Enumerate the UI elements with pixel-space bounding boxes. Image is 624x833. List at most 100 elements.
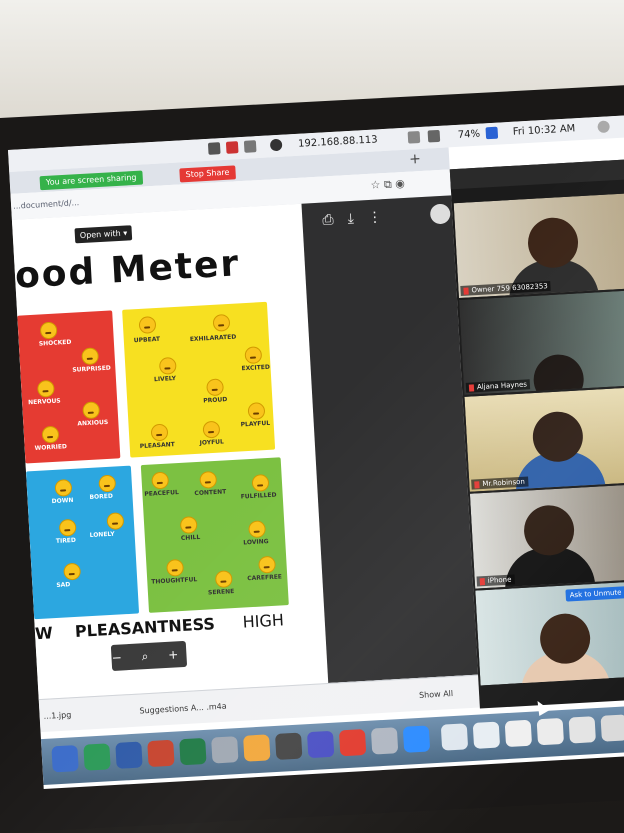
participant-tile[interactable]: Ask to Unmute — [475, 580, 624, 686]
volume-icon[interactable] — [427, 129, 441, 143]
mood-label: EXCITED — [241, 363, 271, 373]
document-icon[interactable] — [568, 716, 596, 744]
finder-icon[interactable] — [51, 745, 79, 773]
excel-icon[interactable] — [179, 737, 207, 766]
mood-label: LOVING — [243, 538, 269, 547]
mood-label: WORRIED — [34, 443, 68, 452]
toolbar-icons[interactable]: ☆ ⧉ ◉ — [370, 177, 405, 193]
emoji-icon — [54, 478, 73, 497]
record-icon[interactable] — [225, 141, 239, 154]
preview-icon[interactable] — [211, 736, 239, 764]
mood-label: PLAYFUL — [240, 419, 271, 429]
mood-label: UPBEAT — [133, 335, 161, 345]
emoji-icon — [41, 425, 60, 444]
emoji-icon — [82, 401, 101, 420]
red-quadrant: SHOCKED SURPRISED NERVOUS ANXIOUS WORRIE… — [17, 310, 121, 464]
document-icon[interactable] — [536, 717, 565, 746]
download-item[interactable]: ...1.jpg — [43, 710, 71, 721]
mood-label: TIRED — [55, 536, 77, 545]
mood-label: SAD — [56, 581, 71, 589]
emoji-icon — [58, 518, 77, 537]
app-icon[interactable] — [370, 727, 399, 755]
participant-tile[interactable]: Owner 759 63082353 — [453, 193, 624, 299]
display-icon[interactable] — [207, 142, 221, 155]
emoji-icon — [63, 562, 82, 581]
viewer-toolbar[interactable]: ⎙⤓⋮ — [322, 208, 396, 228]
emoji-icon — [98, 474, 117, 493]
ip-address: 192.168.88.113 — [297, 134, 378, 150]
mood-label: DOWN — [51, 496, 74, 506]
folder-icon[interactable] — [472, 721, 501, 749]
powerpoint-icon[interactable] — [147, 739, 175, 768]
document-icon[interactable] — [504, 719, 533, 748]
document-icon[interactable] — [600, 714, 624, 742]
axis-right-label: HIGH — [242, 610, 285, 632]
mood-label: PEACEFUL — [144, 489, 180, 498]
emoji-icon — [202, 420, 221, 439]
participant-tile[interactable]: Mr.Robinson — [464, 387, 624, 492]
menubar-clock[interactable]: Fri 10:32 AM — [512, 123, 575, 137]
teams-icon[interactable] — [306, 730, 335, 759]
word-icon[interactable] — [115, 741, 143, 769]
document-title: ood Meter — [13, 243, 242, 297]
avatar[interactable] — [429, 203, 451, 225]
mood-label: CONTENT — [194, 488, 227, 498]
emoji-icon — [81, 347, 100, 366]
folder-icon[interactable] — [440, 723, 469, 751]
emoji-icon — [258, 555, 277, 574]
mood-label: SURPRISED — [72, 364, 111, 374]
emoji-icon — [166, 558, 185, 577]
green-quadrant: PEACEFUL CONTENT FULFILLED CHILL LOVING … — [140, 457, 289, 613]
mood-meter-document: Open with ▾ ood Meter SHOCKED SURPRISED … — [11, 203, 329, 700]
mood-label: NERVOUS — [27, 397, 61, 407]
battery-percent: 74% — [457, 128, 481, 141]
participant-name: iPhone — [476, 574, 515, 587]
mood-label: PROUD — [203, 396, 228, 405]
emoji-icon — [150, 423, 169, 442]
mood-label: LIVELY — [153, 374, 177, 384]
emoji-icon — [39, 321, 58, 340]
mood-label: CAREFREE — [247, 573, 283, 583]
zoom-panel-header[interactable] — [449, 159, 624, 190]
participant-tile[interactable]: iPhone — [469, 483, 624, 589]
emoji-icon — [248, 520, 267, 539]
emoji-icon — [158, 356, 177, 375]
axis-mid-label: PLEASANTNESS — [74, 614, 216, 641]
numbers-icon[interactable] — [83, 743, 111, 771]
participant-tile[interactable]: Aljana Haynes — [459, 290, 624, 395]
emoji-icon — [247, 402, 266, 420]
emoji-icon — [151, 471, 170, 490]
download-item[interactable]: Suggestions A... .m4a — [139, 702, 227, 716]
emoji-icon — [179, 516, 198, 534]
mood-label: SHOCKED — [38, 338, 72, 348]
emoji-icon — [106, 512, 125, 531]
mood-label: JOYFUL — [199, 438, 225, 447]
emoji-icon — [244, 346, 263, 365]
eject-icon[interactable] — [269, 138, 283, 152]
blue-quadrant: DOWN BORED TIRED LONELY SAD — [25, 465, 140, 620]
emoji-icon — [212, 313, 231, 332]
search-icon[interactable] — [597, 120, 610, 134]
mood-label: THOUGHTFUL — [151, 576, 198, 586]
zoom-icon[interactable] — [402, 725, 431, 753]
mood-label: CHILL — [180, 533, 201, 542]
show-all-link[interactable]: Show All — [419, 689, 453, 700]
app-icon[interactable] — [243, 734, 271, 762]
app-icon[interactable] — [275, 732, 303, 760]
flag-icon[interactable] — [485, 126, 499, 140]
mood-label: FULFILLED — [240, 491, 277, 501]
zoom-controls[interactable]: − ⌕ + — [110, 640, 188, 671]
zoom-gallery-panel: Owner 759 63082353 Aljana Haynes Mr.Robi… — [449, 159, 624, 709]
new-tab-button[interactable]: + — [409, 151, 422, 168]
cloud-icon[interactable] — [243, 140, 257, 153]
mood-label: PLEASANT — [139, 441, 175, 451]
wifi-icon[interactable] — [407, 130, 421, 144]
mood-label: EXHILARATED — [189, 333, 237, 344]
yellow-quadrant: UPBEAT EXHILARATED LIVELY EXCITED PROUD … — [122, 301, 276, 458]
emoji-icon — [36, 379, 55, 398]
url-text[interactable]: ...document/d/... — [13, 198, 79, 211]
open-with-button[interactable]: Open with ▾ — [74, 225, 133, 244]
acrobat-icon[interactable] — [338, 728, 367, 757]
emoji-icon — [138, 316, 157, 334]
emoji-icon — [206, 378, 225, 397]
